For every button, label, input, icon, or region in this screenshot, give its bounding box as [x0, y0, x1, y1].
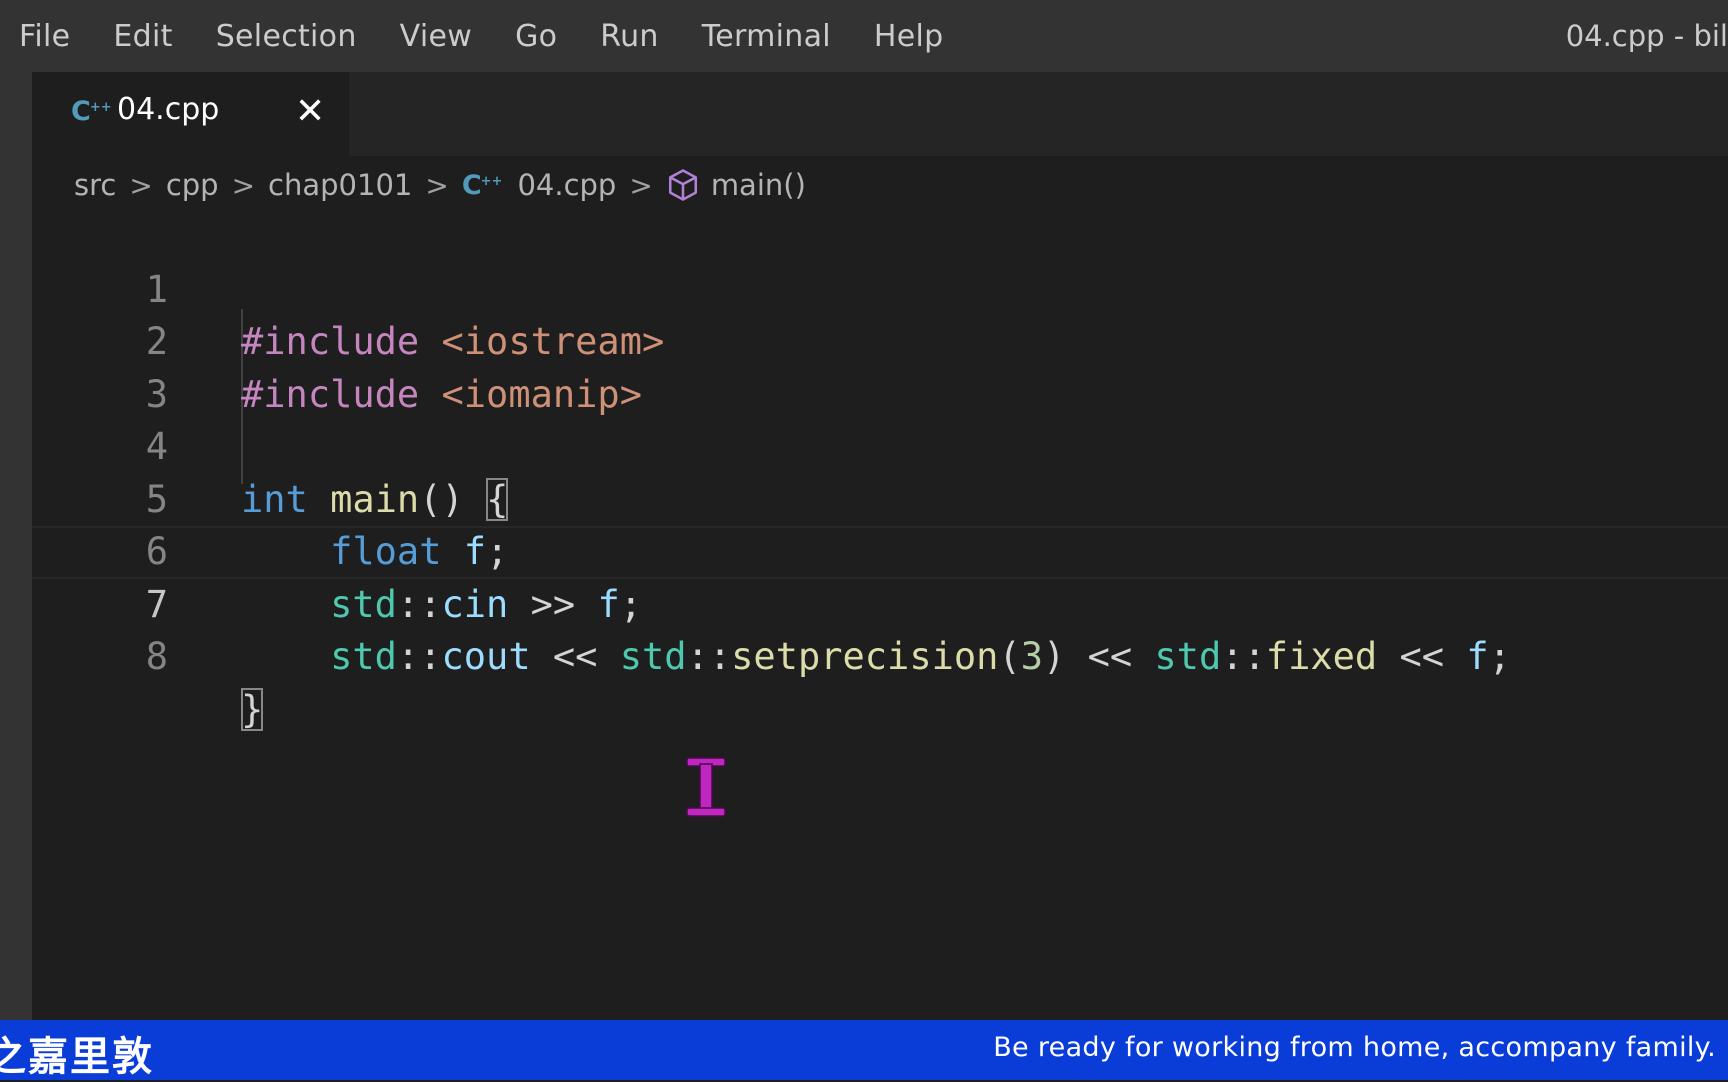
menu-selection[interactable]: Selection	[216, 19, 357, 54]
menu-edit[interactable]: Edit	[113, 19, 172, 54]
tab-label: 04.cpp	[117, 92, 220, 127]
cpp-file-icon: C ++	[461, 169, 503, 201]
activity-bar	[0, 72, 32, 1020]
code-text: std::cout << std::setprecision(3) << std…	[330, 635, 1511, 678]
menu-go[interactable]: Go	[515, 19, 557, 54]
menu-run[interactable]: Run	[600, 19, 658, 54]
menu-file[interactable]: File	[19, 19, 70, 54]
breadcrumb: src > cpp > chap0101 > C ++ 04.cpp > main…	[74, 160, 806, 210]
code-line-3: 3	[32, 316, 1728, 416]
code-line-6: 6 std::cin >> f;	[32, 474, 1728, 626]
menu-help[interactable]: Help	[874, 19, 944, 54]
breadcrumb-separator: >	[425, 168, 449, 202]
close-icon[interactable]: ✕	[295, 88, 325, 136]
code-line-8: 8 }	[32, 579, 1728, 731]
menu-bar: File Edit Selection View Go Run Terminal…	[0, 0, 1728, 72]
breadcrumb-separator: >	[231, 168, 256, 202]
code-line-2: 2 #include <iomanip>	[32, 264, 1728, 416]
code-line-4: 4 int main() {	[32, 369, 1728, 521]
bottom-banner: 之嘉里敦 Be ready for working from home, acc…	[0, 1020, 1728, 1080]
tab-strip: C ++ 04.cpp ✕	[32, 72, 1728, 156]
breadcrumb-separator: >	[629, 168, 653, 202]
cpp-file-icon: C ++	[71, 96, 112, 127]
symbol-method-cube-icon	[666, 168, 700, 202]
banner-slogan: Be ready for working from home, accompan…	[993, 1032, 1716, 1063]
window-title: 04.cpp - bil	[1565, 19, 1728, 53]
code-line-1: 1 #include <iostream>	[32, 211, 1728, 364]
menu-view[interactable]: View	[400, 19, 472, 54]
code-line-5: 5 float f;	[32, 421, 1728, 574]
breadcrumb-file[interactable]: 04.cpp	[517, 168, 616, 202]
code-text: }	[241, 687, 264, 731]
line-number: 8	[145, 635, 168, 678]
text-cursor-icon	[686, 757, 726, 817]
banner-logo-text: 之嘉里敦	[0, 1033, 154, 1080]
breadcrumb-separator: >	[129, 168, 153, 202]
breadcrumb-symbol-main[interactable]: main()	[711, 168, 806, 202]
breadcrumb-src[interactable]: src	[74, 168, 116, 202]
menu-terminal[interactable]: Terminal	[702, 19, 831, 54]
breadcrumb-chap0101[interactable]: chap0101	[268, 168, 412, 202]
editor-area: C ++ 04.cpp ✕ src > cpp > chap0101 > C ++ …	[32, 72, 1728, 1020]
code-editor[interactable]: 1 #include <iostream> 2 #include <iomani…	[32, 211, 1728, 731]
tab-04-cpp[interactable]: C ++ 04.cpp ✕	[32, 72, 349, 156]
code-line-7: 7 std::cout << std::setprecision(3) << s…	[32, 526, 1728, 679]
breadcrumb-cpp[interactable]: cpp	[166, 168, 219, 202]
